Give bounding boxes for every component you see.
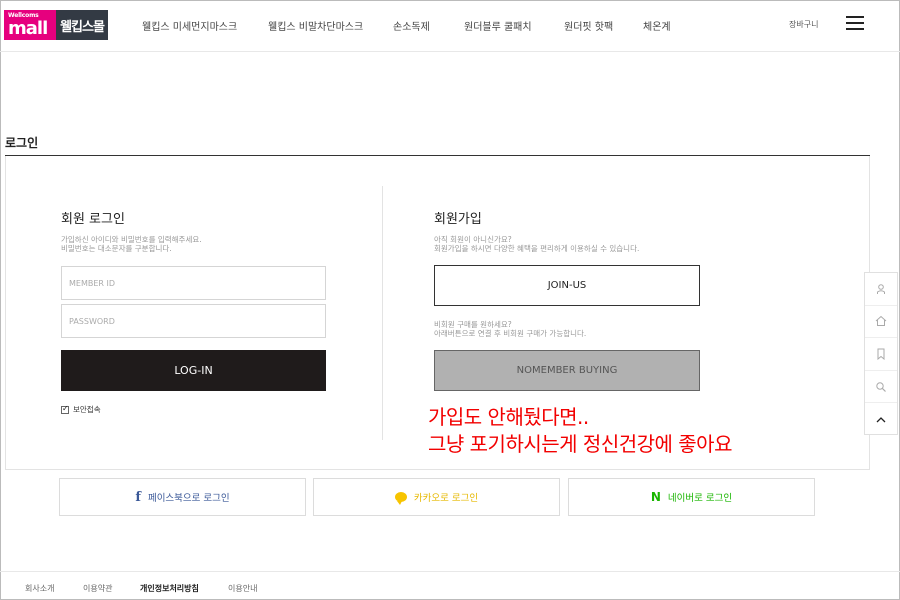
nav-item-hot-pack[interactable]: 원더핏 핫팩 xyxy=(564,18,613,33)
join-button[interactable]: JOIN-US xyxy=(434,265,700,306)
member-login-title: 회원 로그인 xyxy=(61,212,125,227)
nav-item-thermometer[interactable]: 체온계 xyxy=(643,18,671,33)
facebook-login-button[interactable]: f 페이스북으로 로그인 xyxy=(59,478,306,516)
naver-login-label: 네이버로 로그인 xyxy=(667,493,733,504)
secure-login-checkbox[interactable] xyxy=(61,404,69,414)
site-logo[interactable]: Wellcoms mall 웰킵스몰 xyxy=(4,10,108,40)
nomember-desc-2: 아래버튼으로 연결 후 비회원 구매가 가능합니다. xyxy=(434,329,587,338)
nav-item-cool-patch[interactable]: 원더블루 쿨패치 xyxy=(464,18,532,33)
overlay-caption-line-2: 그냥 포기하시는게 정신건강에 좋아요 xyxy=(428,432,732,456)
footer-link-guide[interactable]: 이용안내 xyxy=(228,583,257,594)
nav-item-fine-dust-mask[interactable]: 웰킵스 미세먼지마스크 xyxy=(142,18,237,33)
nomember-buying-button[interactable]: NOMEMBER BUYING xyxy=(434,350,700,391)
secure-login-label: 보안접속 xyxy=(73,405,101,414)
logo-mall-mark: Wellcoms mall xyxy=(4,10,56,40)
chevron-up-icon[interactable] xyxy=(865,403,897,436)
overlay-caption-line-1: 가입도 안해뒀다면.. xyxy=(428,405,589,429)
overlay-caption: 가입도 안해뒀다면.. 그냥 포기하시는게 정신건강에 좋아요 xyxy=(428,404,732,458)
kakao-login-label: 카카오로 로그인 xyxy=(413,493,479,504)
logo-store-name: 웰킵스몰 xyxy=(56,10,108,40)
logo-big-text: mall xyxy=(8,18,48,39)
naver-icon: N xyxy=(650,490,661,504)
footer-link-company[interactable]: 회사소개 xyxy=(25,583,54,594)
cart-link[interactable]: 장바구니 xyxy=(789,19,818,30)
bookmark-icon[interactable] xyxy=(865,338,897,371)
member-login-desc-2: 비밀번호는 대소문자를 구분합니다. xyxy=(61,244,172,253)
section-divider xyxy=(382,186,383,440)
join-desc-2: 회원가입을 하시면 다양한 혜택을 편리하게 이용하실 수 있습니다. xyxy=(434,244,640,253)
home-icon[interactable] xyxy=(865,306,897,339)
footer-link-terms[interactable]: 이용약관 xyxy=(83,583,112,594)
search-icon[interactable] xyxy=(865,371,897,404)
footer-link-privacy[interactable]: 개인정보처리방침 xyxy=(140,583,199,594)
page-title: 로그인 xyxy=(5,136,39,150)
user-icon[interactable] xyxy=(865,273,897,306)
facebook-login-label: 페이스북으로 로그인 xyxy=(147,493,230,504)
join-title: 회원가입 xyxy=(434,212,482,227)
kakao-talk-icon xyxy=(394,492,407,505)
secure-login-option[interactable]: 보안접속 xyxy=(61,404,101,415)
quick-menu xyxy=(864,272,898,435)
site-header: Wellcoms mall 웰킵스몰 웰킵스 미세먼지마스크 웰킵스 비말차단마… xyxy=(0,0,900,52)
password-input[interactable] xyxy=(61,304,326,338)
naver-login-button[interactable]: N 네이버로 로그인 xyxy=(568,478,815,516)
nav-item-hand-sanitizer[interactable]: 손소독제 xyxy=(393,18,430,33)
nav-item-droplet-mask[interactable]: 웰킵스 비말차단마스크 xyxy=(268,18,363,33)
kakao-login-button[interactable]: 카카오로 로그인 xyxy=(313,478,560,516)
menu-icon[interactable] xyxy=(846,16,864,32)
footer-divider xyxy=(0,571,900,572)
login-button[interactable]: LOG-IN xyxy=(61,350,326,391)
member-id-input[interactable] xyxy=(61,266,326,300)
facebook-icon: f xyxy=(135,489,141,505)
